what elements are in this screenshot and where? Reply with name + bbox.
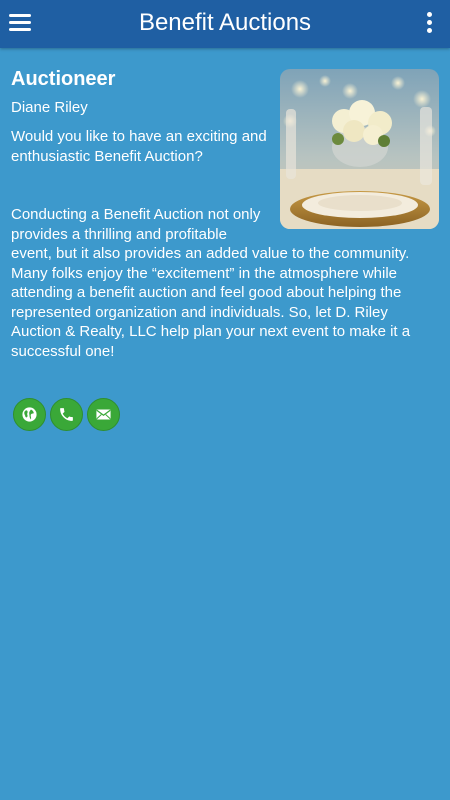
app-bar: Benefit Auctions — [0, 0, 450, 48]
website-button[interactable] — [13, 398, 46, 431]
image-wrap-spacer — [269, 205, 441, 231]
globe-icon — [22, 407, 37, 422]
auctioneer-name: Diane Riley — [11, 99, 88, 116]
description-text: Conducting a Benefit Auction not only pr… — [11, 205, 441, 361]
app-title: Benefit Auctions — [138, 9, 312, 36]
envelope-icon — [96, 409, 111, 420]
page-heading: Auctioneer — [11, 68, 116, 90]
more-vertical-icon[interactable] — [422, 11, 436, 35]
email-button[interactable] — [87, 398, 120, 431]
intro-text: Would you like to have an exciting and e… — [11, 128, 267, 165]
phone-icon — [60, 408, 73, 421]
call-button[interactable] — [50, 398, 83, 431]
